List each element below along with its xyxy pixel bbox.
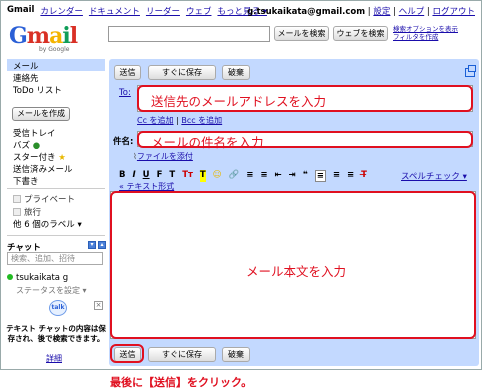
logo-by-google: by Google bbox=[39, 46, 70, 53]
chat-search-input[interactable]: 検索、追加、招待 bbox=[7, 252, 103, 265]
link-icon[interactable]: 🔗 bbox=[229, 170, 240, 182]
more-labels-link[interactable]: 他 6 個のラベル ▾ bbox=[13, 218, 82, 230]
cc-bcc-links: Cc を追加 | Bcc を追加 bbox=[137, 115, 222, 126]
sidebar-divider bbox=[7, 188, 105, 189]
align-right-icon[interactable]: ≡ bbox=[347, 170, 354, 182]
top-navigation: Gmail カレンダー ドキュメント リーダー ウェブ もっと見る ▾ bbox=[7, 5, 267, 17]
send-button-top[interactable]: 送信 bbox=[114, 65, 141, 80]
logout-link[interactable]: ログアウト bbox=[432, 7, 475, 17]
bullet-list-icon[interactable]: ≡ bbox=[260, 170, 267, 182]
highlight-button[interactable]: T bbox=[199, 170, 206, 182]
discard-button[interactable]: 破棄 bbox=[222, 347, 250, 362]
quote-icon[interactable]: ❝ bbox=[303, 170, 308, 182]
google-talk-icon: talk bbox=[49, 300, 67, 316]
label-private[interactable]: プライベート bbox=[13, 193, 75, 205]
buzz-icon: ● bbox=[32, 141, 41, 151]
chat-options-icon[interactable]: ▾ bbox=[88, 241, 96, 249]
body-annotation-text: メール本文を入力 bbox=[246, 264, 347, 279]
chat-note-text: テキスト チャットの内容は保存され、後で検索できます。 bbox=[6, 324, 106, 343]
star-icon: ★ bbox=[58, 153, 66, 163]
cc-bcc-separator: | bbox=[176, 116, 179, 125]
emoticon-icon[interactable]: ☺ bbox=[213, 170, 222, 182]
sidebar-item-inbox[interactable]: 受信トレイ bbox=[13, 127, 56, 139]
chat-username: tsukaikata g bbox=[16, 273, 69, 283]
spellcheck-link[interactable]: スペルチェック ▾ bbox=[401, 170, 467, 182]
attach-file[interactable]: ⌇ファイルを添付 bbox=[133, 151, 193, 162]
nav-calendar[interactable]: カレンダー bbox=[40, 5, 83, 17]
chat-self-user: tsukaikata g bbox=[7, 273, 68, 283]
popout-icon[interactable] bbox=[465, 65, 476, 77]
label-color-icon bbox=[13, 208, 21, 216]
label-travel-text: 旅行 bbox=[24, 208, 42, 218]
add-cc-link[interactable]: Cc を追加 bbox=[137, 116, 174, 125]
nav-documents[interactable]: ドキュメント bbox=[89, 5, 140, 17]
show-search-options-link[interactable]: 検索オプションを表示 bbox=[393, 25, 458, 33]
starred-label: スター付き bbox=[13, 153, 56, 163]
search-options: 検索オプションを表示 フィルタを作成 bbox=[393, 25, 458, 41]
chat-minimize-icon[interactable]: ▴ bbox=[98, 241, 106, 249]
sidebar-item-starred[interactable]: スター付き ★ bbox=[13, 151, 66, 163]
settings-link[interactable]: 設定 bbox=[373, 7, 390, 17]
nav-reader[interactable]: リーダー bbox=[146, 5, 180, 17]
create-filter-link[interactable]: フィルタを作成 bbox=[393, 33, 458, 41]
to-annotation-text: 送信先のメールアドレスを入力 bbox=[151, 94, 327, 109]
set-status-dropdown[interactable]: ステータスを設定 ▾ bbox=[16, 285, 87, 296]
close-icon[interactable]: × bbox=[94, 301, 103, 310]
label-travel[interactable]: 旅行 bbox=[13, 206, 41, 218]
chat-divider bbox=[7, 235, 105, 236]
compose-button[interactable]: メールを作成 bbox=[12, 107, 70, 121]
discard-button-top[interactable]: 破棄 bbox=[222, 65, 250, 80]
nav-gmail[interactable]: Gmail bbox=[7, 5, 34, 17]
align-left-icon[interactable]: ≡ bbox=[314, 170, 326, 182]
sidebar-item-todo[interactable]: ToDo リスト bbox=[13, 84, 62, 96]
search-web-button[interactable]: ウェブを検索 bbox=[333, 26, 388, 41]
account-email: g.tsukaikata@gmail.com bbox=[247, 7, 366, 17]
subject-annotation-text: メールの件名を入力 bbox=[151, 135, 264, 150]
sidebar-item-drafts[interactable]: 下書き bbox=[13, 175, 39, 187]
numbered-list-icon[interactable]: ≡ bbox=[246, 170, 253, 182]
chat-details-link[interactable]: 詳細 bbox=[46, 353, 62, 364]
remove-formatting-icon[interactable]: T̶ bbox=[361, 170, 367, 182]
label-color-icon bbox=[13, 195, 21, 203]
nav-web[interactable]: ウェブ bbox=[186, 5, 212, 17]
indent-icon[interactable]: ⇥ bbox=[289, 170, 296, 182]
sidebar-item-contacts[interactable]: 連絡先 bbox=[13, 72, 39, 84]
help-link[interactable]: ヘルプ bbox=[399, 7, 425, 17]
save-now-button[interactable]: すぐに保存 bbox=[148, 347, 216, 362]
search-mail-button[interactable]: メールを検索 bbox=[274, 26, 329, 41]
online-status-icon bbox=[7, 274, 13, 280]
instruction-caption: 最後に【送信】をクリック。 bbox=[110, 376, 253, 389]
sidebar-item-mail[interactable]: メール bbox=[13, 60, 39, 72]
chat-controls: ▾ ▴ bbox=[88, 241, 106, 249]
text-color-button[interactable]: Tᴛ bbox=[182, 170, 193, 182]
send-annotation-box bbox=[110, 344, 144, 363]
buzz-label: バズ bbox=[13, 141, 31, 151]
search-input[interactable] bbox=[108, 26, 270, 42]
attach-file-link[interactable]: ファイルを添付 bbox=[137, 152, 193, 161]
add-bcc-link[interactable]: Bcc を追加 bbox=[181, 116, 222, 125]
save-now-button-top[interactable]: すぐに保存 bbox=[148, 65, 216, 80]
label-private-text: プライベート bbox=[24, 195, 76, 205]
sidebar-item-sent[interactable]: 送信済みメール bbox=[13, 163, 73, 175]
sidebar-item-buzz[interactable]: バズ ● bbox=[13, 139, 40, 151]
gmail-window: Gmail カレンダー ドキュメント リーダー ウェブ もっと見る ▾ g.ts… bbox=[0, 0, 482, 370]
account-bar: g.tsukaikata@gmail.com | 設定 | ヘルプ | ログアウ… bbox=[247, 7, 475, 17]
to-label[interactable]: To: bbox=[119, 88, 131, 98]
subject-label: 件名: bbox=[113, 137, 134, 147]
align-center-icon[interactable]: ≡ bbox=[333, 170, 340, 182]
outdent-icon[interactable]: ⇤ bbox=[274, 170, 281, 182]
